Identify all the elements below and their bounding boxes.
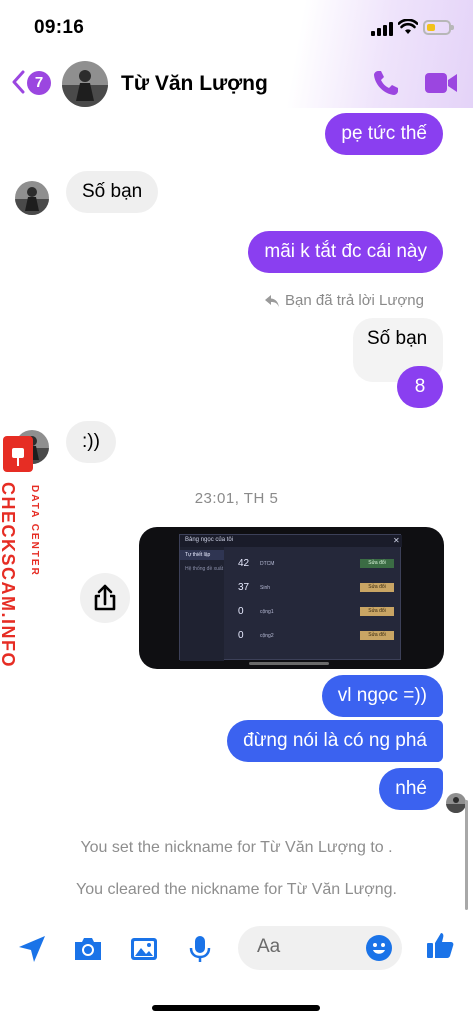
read-receipt-avatar bbox=[446, 793, 466, 813]
video-camera-icon[interactable] bbox=[424, 72, 458, 94]
wifi-icon bbox=[398, 19, 418, 34]
camera-icon[interactable] bbox=[72, 933, 104, 965]
image-icon[interactable] bbox=[128, 933, 160, 965]
message-bubble-incoming[interactable]: :)) bbox=[66, 421, 116, 463]
contact-avatar[interactable] bbox=[62, 61, 108, 107]
watermark-subtitle: DATA CENTER bbox=[29, 485, 40, 577]
screenshot-sidebar-item: Tự thiết lập bbox=[185, 552, 211, 558]
send-location-icon[interactable] bbox=[16, 933, 48, 965]
emoji-icon[interactable] bbox=[365, 934, 393, 962]
status-time: 09:16 bbox=[34, 17, 85, 38]
message-bubble-outgoing[interactable]: pẹ tức thế bbox=[325, 113, 443, 155]
system-message: You cleared the nickname for Từ Văn Lượn… bbox=[76, 881, 397, 898]
message-bubble-outgoing[interactable]: nhé bbox=[379, 768, 443, 810]
watermark-logo bbox=[3, 436, 33, 472]
timestamp-divider: 23:01, TH 5 bbox=[194, 490, 279, 507]
message-bubble-incoming[interactable]: Số bạn bbox=[66, 171, 159, 213]
screenshot-row-action: Sửa đổi bbox=[360, 559, 394, 568]
cellular-signal-icon bbox=[371, 22, 393, 36]
phone-icon[interactable] bbox=[372, 69, 400, 97]
thumbs-up-icon[interactable] bbox=[424, 930, 456, 962]
screenshot-row-name: DTCM bbox=[260, 561, 275, 567]
screenshot-row-count: 37 bbox=[238, 582, 250, 593]
screenshot-row-action: Sửa đổi bbox=[360, 607, 394, 616]
message-input-placeholder: Aa bbox=[257, 936, 281, 957]
screenshot-row-count: 0 bbox=[238, 606, 244, 617]
message-bubble-outgoing[interactable]: 8 bbox=[397, 366, 443, 408]
system-message: You set the nickname for Từ Văn Lượng to… bbox=[80, 839, 393, 856]
screenshot-close-icon: ✕ bbox=[393, 536, 400, 545]
screenshot-row-action: Sửa đổi bbox=[360, 631, 394, 640]
message-bubble-outgoing[interactable]: đừng nói là có ng phá bbox=[227, 720, 443, 762]
screenshot-sidebar-item: Hệ thống đề xuất bbox=[185, 566, 224, 572]
message-bubble-outgoing[interactable]: vl ngọc =)) bbox=[321, 675, 443, 717]
microphone-icon[interactable] bbox=[184, 933, 216, 965]
message-bubble-outgoing[interactable]: mãi k tắt đc cái này bbox=[248, 231, 443, 273]
reply-arrow-icon bbox=[265, 295, 279, 307]
share-button[interactable] bbox=[80, 573, 130, 623]
screenshot-row-action: Sửa đổi bbox=[360, 583, 394, 592]
screenshot-row-count: 0 bbox=[238, 630, 244, 641]
screenshot-row-name: cộng2 bbox=[260, 633, 274, 639]
unread-count-badge[interactable]: 7 bbox=[27, 71, 51, 95]
home-indicator bbox=[152, 1005, 320, 1011]
photo-message[interactable]: Bảng ngọc của tôi ✕ Tự thiết lập Hệ thốn… bbox=[139, 527, 444, 669]
battery-icon bbox=[423, 20, 454, 35]
back-chevron-icon[interactable] bbox=[11, 70, 25, 94]
sender-avatar bbox=[15, 181, 49, 215]
screenshot-home-bar bbox=[249, 662, 329, 665]
reply-note: Bạn đã trả lời Lượng bbox=[285, 292, 424, 309]
screenshot-title: Bảng ngọc của tôi bbox=[185, 537, 234, 543]
contact-name[interactable]: Từ Văn Lượng bbox=[121, 72, 268, 96]
screenshot-row-name: Sinh bbox=[260, 585, 271, 591]
watermark-title: CHECKSCAM.INFO bbox=[0, 482, 18, 668]
screenshot-panel: Bảng ngọc của tôi ✕ Tự thiết lập Hệ thốn… bbox=[179, 534, 402, 661]
screenshot-row-count: 42 bbox=[238, 558, 250, 569]
share-icon bbox=[94, 584, 116, 611]
screenshot-row-name: cộng1 bbox=[260, 609, 274, 615]
